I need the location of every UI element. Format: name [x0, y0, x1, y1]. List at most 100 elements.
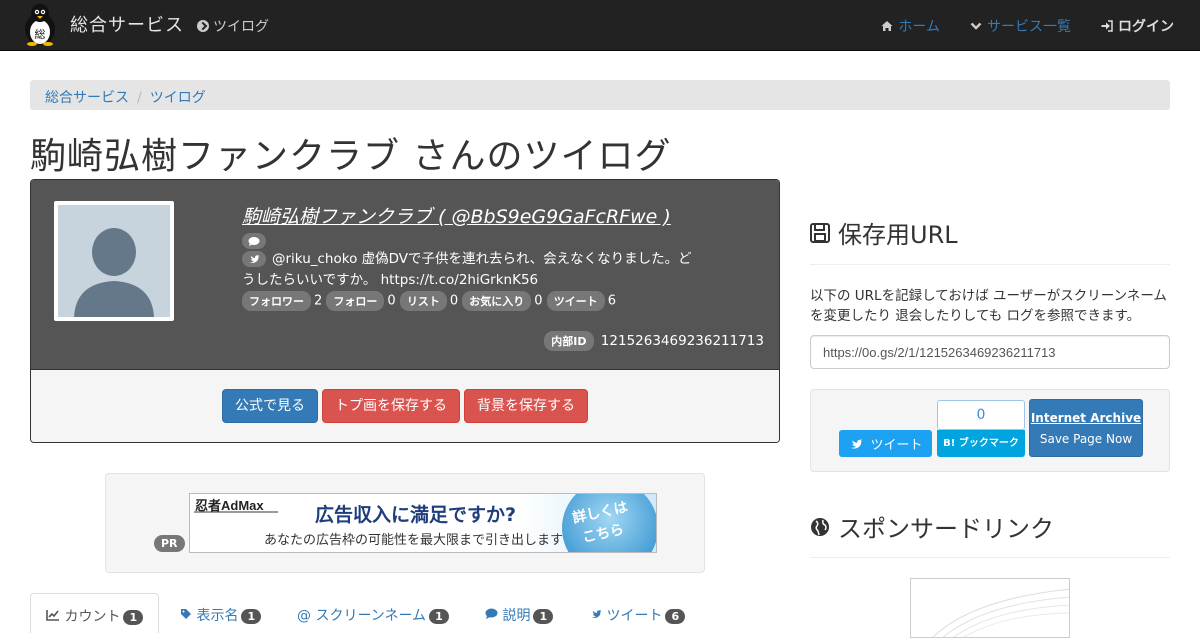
- tweets-label: ツイート: [546, 291, 605, 311]
- chevron-circle-right-icon: [197, 20, 209, 32]
- followers-label: フォロワー: [242, 291, 311, 311]
- tab-screen-name-label: スクリーンネーム: [315, 608, 427, 624]
- internal-id-label: 内部ID: [544, 331, 594, 351]
- profile-panel: 駒崎弘樹ファンクラブ ( @BbS9eG9GaFcRFwe ) @riku_ch…: [30, 179, 780, 443]
- save-url-input[interactable]: [810, 335, 1170, 369]
- nav-tweetlog-label: ツイログ: [213, 19, 269, 35]
- hatena-bookmark-button[interactable]: B! ブックマーク: [937, 430, 1025, 457]
- tab-description-badge: 1: [533, 609, 554, 624]
- favorites-value: 0: [534, 293, 543, 309]
- ad-well: PR 忍者AdMax 広告収入に満足ですか? あなたの広告枠の可能性を最大限まで…: [105, 473, 705, 573]
- ad-subtext: あなたの広告枠の可能性を最大限まで引き出します: [264, 533, 564, 548]
- tab-screen-name[interactable]: @ スクリーンネーム 1: [282, 593, 464, 633]
- tab-screen-name-badge: 1: [429, 609, 449, 624]
- sponsored-ad-graphic: [932, 588, 1069, 637]
- ad-headline: 広告収入に満足ですか?: [315, 504, 517, 526]
- comment-badge: [242, 233, 266, 249]
- breadcrumb: 総合サービス / ツイログ: [30, 80, 1170, 110]
- comment-icon: [485, 608, 498, 619]
- page-title: 駒崎弘樹ファンクラブ さんのツイログ: [30, 136, 672, 177]
- brand-text: 総合サービス: [70, 15, 184, 36]
- tab-count-badge: 1: [123, 610, 144, 625]
- sponsored-heading: スポンサードリンク: [810, 509, 1054, 544]
- tweets-value: 6: [607, 293, 616, 309]
- navbar: 総 総合サービス ツイログ ホーム サービス一覧 ログイン: [0, 0, 1200, 51]
- ad-banner[interactable]: 忍者AdMax 広告収入に満足ですか? あなたの広告枠の可能性を最大限まで引き出…: [189, 493, 657, 553]
- tab-tweets-label: ツイート: [606, 608, 663, 624]
- lists-label: リスト: [399, 291, 447, 311]
- tab-tweets-badge: 6: [665, 609, 686, 624]
- save-url-heading: 保存用URL: [810, 215, 958, 250]
- nav-right: ホーム サービス一覧 ログイン: [881, 16, 1174, 36]
- nav-services-link[interactable]: サービス一覧: [970, 16, 1071, 36]
- nav-tweetlog-link[interactable]: ツイログ: [197, 16, 269, 36]
- breadcrumb-item-tweetlog[interactable]: ツイログ: [150, 90, 206, 106]
- floppy-disk-icon: [810, 222, 830, 243]
- pr-badge: PR: [154, 535, 185, 552]
- following-value: 0: [387, 293, 396, 309]
- tab-description[interactable]: 説明 1: [470, 593, 568, 633]
- hatena-count: 0: [937, 400, 1025, 430]
- share-well: ツイート 0 B! ブックマーク Internet Archive Save P…: [810, 389, 1170, 472]
- tab-display-name[interactable]: 表示名 1: [165, 593, 276, 633]
- tab-count-label: カウント: [64, 609, 121, 625]
- chevron-down-icon: [970, 22, 982, 30]
- profile-name-link[interactable]: 駒崎弘樹ファンクラブ ( @BbS9eG9GaFcRFwe ): [242, 202, 671, 229]
- tweet-button[interactable]: ツイート: [839, 430, 932, 457]
- nav-home-label: ホーム: [898, 19, 940, 35]
- save-background-button[interactable]: 背景を保存する: [464, 389, 588, 423]
- tab-display-name-label: 表示名: [196, 608, 239, 624]
- brand[interactable]: 総 総合サービス: [18, 2, 184, 46]
- twitter-icon: [591, 610, 602, 618]
- sponsored-ad[interactable]: [910, 578, 1070, 638]
- home-icon: [881, 21, 893, 31]
- at-icon: @: [297, 608, 311, 624]
- internal-id: 内部ID 1215263469236211713: [544, 331, 764, 351]
- penguin-logo-icon: 総: [25, 4, 55, 46]
- favorites-label: お気に入り: [462, 291, 532, 311]
- ad-brand: 忍者AdMax: [195, 498, 264, 513]
- internal-id-value: 1215263469236211713: [600, 333, 764, 349]
- ia-title: Internet Archive: [1030, 411, 1142, 425]
- divider: [810, 557, 1170, 558]
- internet-archive-button[interactable]: Internet Archive Save Page Now: [1029, 399, 1143, 457]
- nav-services-label: サービス一覧: [987, 19, 1071, 35]
- breadcrumb-item-home[interactable]: 総合サービス: [45, 90, 129, 106]
- followers-value: 2: [314, 293, 323, 309]
- lists-value: 0: [449, 293, 459, 309]
- tag-icon: [181, 609, 191, 619]
- twitter-icon: [249, 255, 260, 263]
- svg-text:総: 総: [35, 27, 46, 41]
- profile-actions: 公式で見る トプ画を保存する 背景を保存する: [31, 370, 779, 442]
- save-url-description: 以下の URLを記録しておけば ユーザーがスクリーンネームを変更したり 退会した…: [810, 288, 1167, 324]
- twitter-badge: [242, 251, 266, 267]
- tab-description-label: 説明: [502, 608, 531, 624]
- nav-login-label: ログイン: [1118, 19, 1174, 35]
- ia-subtitle: Save Page Now: [1039, 432, 1133, 446]
- profile-header: 駒崎弘樹ファンクラブ ( @BbS9eG9GaFcRFwe ) @riku_ch…: [31, 180, 779, 370]
- save-url-title: 保存用URL: [838, 221, 958, 249]
- default-avatar-icon: [58, 205, 170, 317]
- profile-stats: フォロワー 2 フォロー 0 リスト 0 お気に入り 0 ツイート 6: [242, 291, 616, 311]
- line-chart-icon: [46, 610, 59, 621]
- comment-icon: [248, 237, 260, 246]
- tab-display-name-badge: 1: [241, 609, 262, 624]
- globe-icon: [811, 517, 829, 536]
- sponsored-title: スポンサードリンク: [838, 515, 1054, 543]
- tab-count[interactable]: カウント 1: [30, 593, 160, 633]
- profile-description-block: @riku_choko 虚偽DVで子供を連れ去られ、会えなくなりました。どうした…: [242, 249, 702, 291]
- following-label: フォロー: [326, 291, 385, 311]
- nav-login-link[interactable]: ログイン: [1101, 16, 1174, 36]
- divider: [810, 264, 1170, 265]
- sign-in-icon: [1101, 20, 1113, 32]
- view-official-button[interactable]: 公式で見る: [222, 389, 318, 423]
- tweet-button-label: ツイート: [870, 438, 923, 453]
- save-avatar-button[interactable]: トプ画を保存する: [322, 389, 460, 423]
- tab-tweets[interactable]: ツイート 6: [575, 593, 700, 633]
- breadcrumb-separator: /: [137, 90, 142, 106]
- avatar: [54, 201, 174, 321]
- tabs: カウント 1 表示名 1 @ スクリーンネーム 1 説明 1 ツイート 6: [30, 593, 780, 633]
- twitter-icon: [850, 438, 863, 449]
- nav-home-link[interactable]: ホーム: [881, 16, 940, 36]
- profile-description: @riku_choko 虚偽DVで子供を連れ去られ、会えなくなりました。どうした…: [242, 251, 692, 288]
